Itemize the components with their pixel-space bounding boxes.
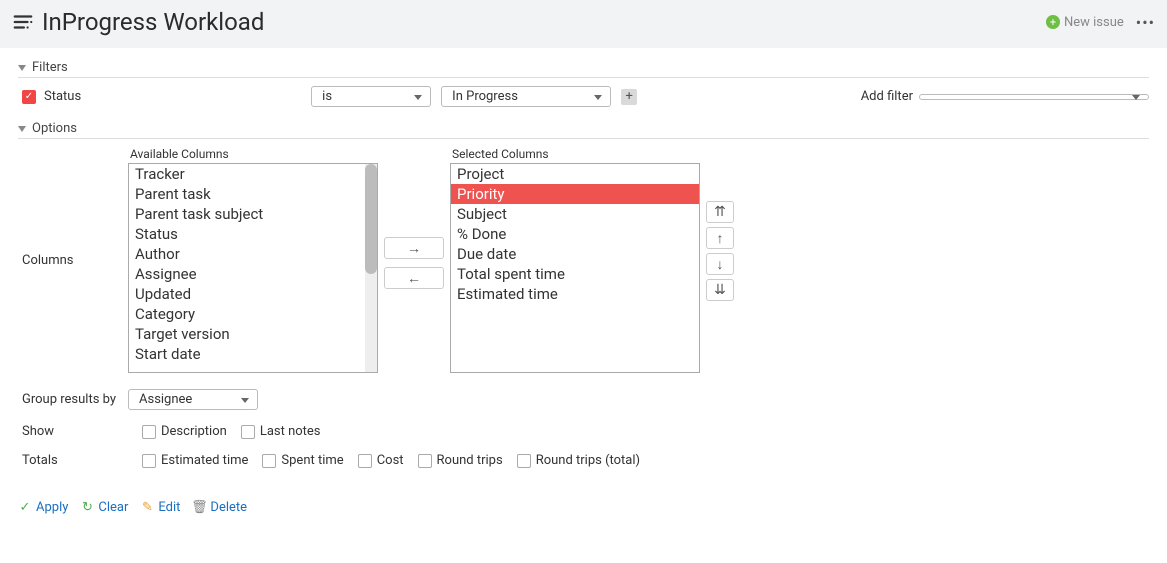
- header-actions: + New issue •••: [1046, 13, 1155, 32]
- checkbox-icon: [262, 454, 276, 468]
- totals-checkbox[interactable]: Cost: [358, 453, 404, 468]
- list-item[interactable]: Tracker: [129, 164, 377, 184]
- list-item[interactable]: Subject: [451, 204, 699, 224]
- list-item[interactable]: Project: [451, 164, 699, 184]
- move-down-button[interactable]: ↓: [706, 253, 734, 275]
- totals-item-label: Cost: [377, 453, 404, 468]
- plus-circle-icon: +: [1046, 15, 1060, 29]
- filter-field-label: Status: [44, 89, 81, 104]
- edit-label: Edit: [158, 500, 180, 515]
- column-move-buttons: → ←: [384, 147, 444, 289]
- delete-label: Delete: [210, 500, 247, 515]
- totals-checkbox[interactable]: Round trips: [418, 453, 503, 468]
- selected-columns-list[interactable]: ProjectPrioritySubject% DoneDue dateTota…: [450, 163, 700, 373]
- move-right-button[interactable]: →: [384, 237, 444, 259]
- add-value-icon[interactable]: +: [621, 89, 637, 105]
- filters-section-toggle[interactable]: Filters: [18, 60, 1149, 78]
- list-item[interactable]: Parent task: [129, 184, 377, 204]
- delete-link[interactable]: 🗑 Delete: [192, 500, 247, 515]
- list-item[interactable]: Target version: [129, 324, 377, 344]
- group-results-label: Group results by: [22, 392, 118, 407]
- list-item[interactable]: Assignee: [129, 264, 377, 284]
- more-actions-icon[interactable]: •••: [1136, 13, 1155, 32]
- columns-picker: Columns Available Columns TrackerParent …: [18, 147, 1149, 373]
- column-reorder-buttons: ⇈ ↑ ↓ ⇊: [706, 147, 756, 301]
- checkbox-icon: [358, 454, 372, 468]
- list-item[interactable]: Status: [129, 224, 377, 244]
- filter-operator-value: is: [322, 89, 332, 104]
- move-top-button[interactable]: ⇈: [706, 201, 734, 223]
- show-row: Show Description Last notes: [18, 424, 1149, 439]
- group-results-value: Assignee: [139, 392, 192, 407]
- totals-label: Totals: [22, 453, 118, 468]
- totals-checkbox[interactable]: Spent time: [262, 453, 343, 468]
- show-last-notes-checkbox[interactable]: Last notes: [241, 424, 321, 439]
- totals-item-label: Estimated time: [161, 453, 248, 468]
- show-label: Show: [22, 424, 118, 439]
- checkbox-icon: [517, 454, 531, 468]
- list-item[interactable]: Start date: [129, 344, 377, 364]
- reload-icon: ↻: [80, 501, 94, 515]
- chevron-down-icon: [18, 65, 26, 71]
- new-issue-label: New issue: [1064, 15, 1124, 30]
- filters-section-label: Filters: [32, 60, 68, 75]
- apply-link[interactable]: ✓ Apply: [18, 500, 68, 515]
- filter-checkbox-status[interactable]: ✓: [22, 90, 36, 104]
- clear-link[interactable]: ↻ Clear: [80, 500, 128, 515]
- page-header: InProgress Workload + New issue •••: [0, 0, 1167, 48]
- show-last-notes-label: Last notes: [260, 424, 321, 439]
- header-left: InProgress Workload: [12, 8, 264, 36]
- group-results-row: Group results by Assignee: [18, 389, 1149, 410]
- checkbox-icon: [241, 425, 255, 439]
- page-title: InProgress Workload: [42, 8, 264, 36]
- filter-value-select[interactable]: In Progress: [441, 86, 611, 107]
- list-item[interactable]: Updated: [129, 284, 377, 304]
- add-filter-label: Add filter: [861, 89, 913, 104]
- selected-columns-label: Selected Columns: [450, 147, 700, 161]
- list-item[interactable]: Category: [129, 304, 377, 324]
- options-section-toggle[interactable]: Options: [18, 121, 1149, 139]
- filter-row-status: ✓ Status is In Progress + Add filter: [18, 86, 1149, 107]
- show-description-checkbox[interactable]: Description: [142, 424, 227, 439]
- move-bottom-button[interactable]: ⇊: [706, 279, 734, 301]
- pencil-icon: ✎: [140, 501, 154, 515]
- new-issue-link[interactable]: + New issue: [1046, 15, 1124, 30]
- move-up-button[interactable]: ↑: [706, 227, 734, 249]
- add-filter-select[interactable]: [919, 94, 1149, 100]
- list-item[interactable]: Priority: [451, 184, 699, 204]
- totals-checkbox[interactable]: Round trips (total): [517, 453, 640, 468]
- scrollbar-thumb[interactable]: [365, 164, 377, 274]
- options-section-label: Options: [32, 121, 77, 136]
- filter-operator-select[interactable]: is: [311, 86, 431, 107]
- group-results-select[interactable]: Assignee: [128, 389, 258, 410]
- list-item[interactable]: Author: [129, 244, 377, 264]
- list-item[interactable]: % Done: [451, 224, 699, 244]
- totals-item-label: Round trips: [437, 453, 503, 468]
- trash-icon: 🗑: [192, 501, 206, 515]
- totals-checkbox[interactable]: Estimated time: [142, 453, 248, 468]
- list-item[interactable]: Parent task subject: [129, 204, 377, 224]
- check-icon: ✓: [18, 501, 32, 515]
- clear-label: Clear: [98, 500, 128, 515]
- filter-list-icon: [12, 11, 34, 33]
- edit-link[interactable]: ✎ Edit: [140, 500, 180, 515]
- columns-label: Columns: [22, 253, 122, 268]
- totals-row: Totals Estimated time Spent time Cost Round…: [18, 453, 1149, 468]
- totals-item-label: Spent time: [281, 453, 343, 468]
- list-item[interactable]: Total spent time: [451, 264, 699, 284]
- filter-value-text: In Progress: [452, 89, 518, 104]
- checkbox-icon: [142, 425, 156, 439]
- list-item[interactable]: Due date: [451, 244, 699, 264]
- totals-item-label: Round trips (total): [536, 453, 640, 468]
- chevron-down-icon: [18, 126, 26, 132]
- move-left-button[interactable]: ←: [384, 267, 444, 289]
- checkbox-icon: [418, 454, 432, 468]
- available-columns-list[interactable]: TrackerParent taskParent task subjectSta…: [128, 163, 378, 373]
- apply-label: Apply: [36, 500, 68, 515]
- action-bar: ✓ Apply ↻ Clear ✎ Edit 🗑 Delete: [18, 482, 1149, 515]
- list-item[interactable]: Estimated time: [451, 284, 699, 304]
- show-description-label: Description: [161, 424, 227, 439]
- available-columns-label: Available Columns: [128, 147, 378, 161]
- checkbox-icon: [142, 454, 156, 468]
